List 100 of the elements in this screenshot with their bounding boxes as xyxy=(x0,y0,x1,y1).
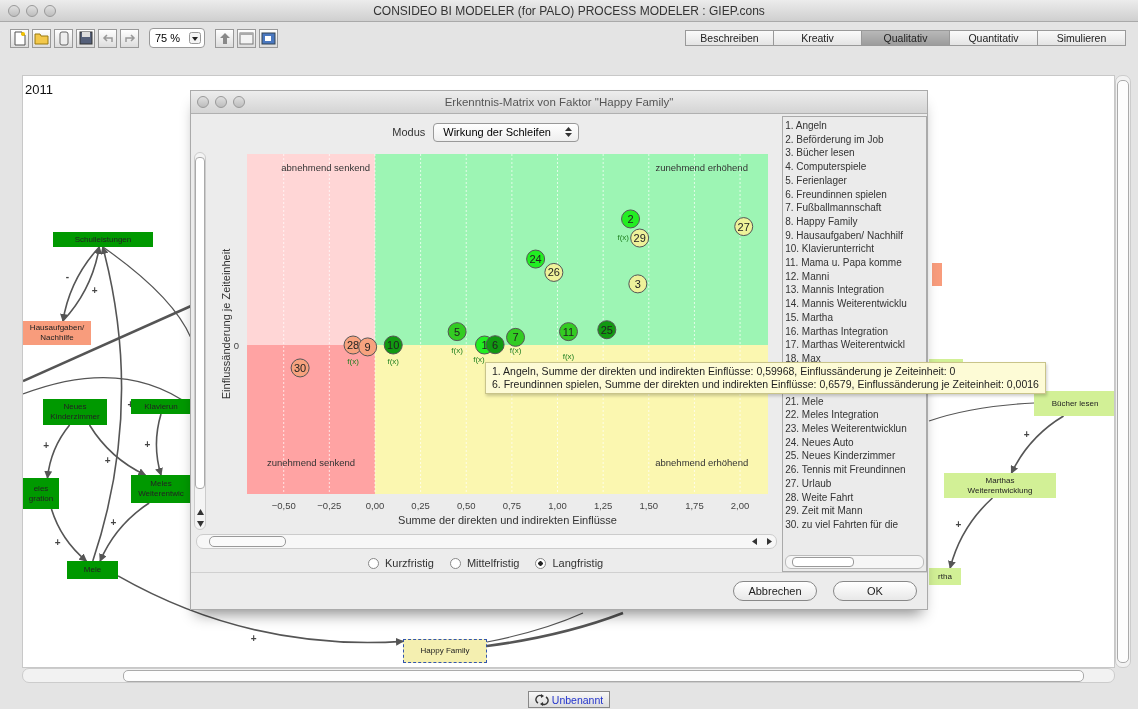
factor-item[interactable]: 15. Martha xyxy=(785,310,926,325)
scroll-arrows-icon[interactable] xyxy=(752,538,773,545)
radio-circle[interactable] xyxy=(449,557,461,569)
diagram-node[interactable] xyxy=(932,263,942,286)
edge-sign: + xyxy=(54,536,61,548)
radio-label: Langfristig xyxy=(552,557,604,569)
factor-item[interactable]: 9. Hausaufgaben/ Nachhilf xyxy=(785,228,926,243)
edge-sign: + xyxy=(43,440,50,452)
factor-item[interactable]: 6. Freundinnen spielen xyxy=(785,187,926,202)
y-tick-label: 0 xyxy=(233,340,239,351)
mode-tab[interactable]: Kreativ xyxy=(773,30,862,46)
document-button[interactable]: Unbenannt xyxy=(527,691,611,708)
data-point[interactable] xyxy=(485,335,505,355)
factor-item[interactable]: 8. Happy Family xyxy=(785,214,926,229)
diagram-node[interactable]: rtha xyxy=(929,568,961,585)
data-point[interactable] xyxy=(447,322,467,342)
factor-item[interactable]: 28. Weite Fahrt xyxy=(785,490,926,505)
dialog-button[interactable]: Abbrechen xyxy=(733,581,817,601)
point-label: 24 xyxy=(529,253,542,266)
diagram-node[interactable]: Mele xyxy=(67,561,118,579)
factor-item[interactable]: 5. Ferienlager xyxy=(785,173,926,188)
factor-item[interactable]: 27. Urlaub xyxy=(785,476,926,491)
edge-sign: + xyxy=(955,519,962,531)
zoom-button[interactable] xyxy=(44,4,56,17)
diagram-node[interactable]: Neues Kinderzimmer xyxy=(43,399,107,425)
data-point[interactable] xyxy=(506,327,526,347)
horizontal-scrollbar[interactable] xyxy=(22,668,1115,683)
factor-item[interactable]: 10. Klavierunterricht xyxy=(785,242,926,257)
factor-item[interactable]: 17. Marthas Weiterentwickl xyxy=(785,338,926,352)
factor-item[interactable]: 21. Mele xyxy=(785,394,926,409)
minimize-button[interactable] xyxy=(215,96,227,108)
minimize-button[interactable] xyxy=(26,4,38,17)
radio-label: Kurzfristig xyxy=(384,557,434,569)
radio-circle[interactable] xyxy=(367,557,379,569)
zoom-button[interactable] xyxy=(233,96,245,108)
factor-item[interactable]: 4. Computerspiele xyxy=(785,160,926,174)
diagram-node[interactable]: Schulleistungen xyxy=(53,232,153,247)
zoom-select[interactable]: 75 % xyxy=(149,28,205,48)
mode-tab[interactable]: Simulieren xyxy=(1037,30,1126,46)
factor-item[interactable]: 29. Zeit mit Mann xyxy=(785,504,926,518)
factor-item[interactable]: 3. Bücher lesen xyxy=(785,146,926,161)
up-button[interactable] xyxy=(215,28,234,48)
factor-item[interactable]: 24. Neues Auto xyxy=(785,435,926,450)
point-label: 7 xyxy=(512,331,519,344)
dialog-button[interactable]: OK xyxy=(833,581,917,601)
horizon-radio[interactable]: Mittelfristig xyxy=(449,557,520,569)
factor-item[interactable]: 12. Manni xyxy=(785,269,926,284)
diagram-node[interactable]: Marthas Weiterentwicklung xyxy=(944,473,1056,498)
factor-item[interactable]: 1. Angeln xyxy=(785,119,926,133)
redo-button[interactable] xyxy=(120,28,139,48)
data-point[interactable] xyxy=(628,274,648,294)
factor-item[interactable]: 30. zu viel Fahrten für die xyxy=(785,518,926,532)
data-point[interactable] xyxy=(358,337,378,357)
down-arrow-icon xyxy=(196,521,204,527)
factor-item[interactable]: 26. Tennis mit Freundinnen xyxy=(785,463,926,477)
factor-item[interactable]: 23. Meles Weiterentwicklun xyxy=(785,422,926,436)
save-icon xyxy=(78,31,93,45)
x-tick-label: 2,00 xyxy=(730,500,750,511)
mode-tab[interactable]: Quantitativ xyxy=(949,30,1038,46)
open-button[interactable] xyxy=(32,28,51,48)
x-tick-label: 1,50 xyxy=(639,500,659,511)
factor-item[interactable]: 13. Mannis Integration xyxy=(785,283,926,298)
close-button[interactable] xyxy=(197,96,209,108)
save-button[interactable] xyxy=(76,28,95,48)
diagram-node[interactable]: Happy Family xyxy=(403,639,487,663)
diagram-node[interactable]: Bücher lesen xyxy=(1034,391,1114,416)
point-label: 9 xyxy=(364,340,371,353)
mode-select[interactable]: Wirkung der Schleifen xyxy=(433,122,579,142)
window-icon xyxy=(239,31,254,45)
factor-item[interactable]: 16. Marthas Integration xyxy=(785,324,926,339)
factor-item[interactable]: 7. Fußballmannschaft xyxy=(785,201,926,215)
horizon-radio[interactable]: Langfristig xyxy=(535,557,604,569)
formula-label: f(x) xyxy=(617,233,629,243)
diagram-node[interactable]: Hausaufgaben/ Nachhilfe xyxy=(23,321,91,345)
quadrant-label: abnehmend erhöhend xyxy=(655,456,749,468)
x-tick-label: −0,25 xyxy=(317,500,342,511)
mode-tab[interactable]: Qualitativ xyxy=(861,30,950,46)
x-tick-label: 1,25 xyxy=(593,500,613,511)
horizon-radio[interactable]: Kurzfristig xyxy=(367,557,434,569)
factor-item[interactable]: 25. Neues Kinderzimmer xyxy=(785,449,926,464)
image-button[interactable] xyxy=(259,28,278,48)
window-button[interactable] xyxy=(237,28,256,48)
vertical-scrollbar[interactable] xyxy=(1115,75,1131,668)
mode-tab[interactable]: Beschreiben xyxy=(685,30,774,46)
diagram-node[interactable]: eles gration xyxy=(23,478,59,509)
new-button[interactable] xyxy=(10,28,29,48)
factor-item[interactable]: 2. Beförderung im Job xyxy=(785,132,926,147)
close-button[interactable] xyxy=(8,4,20,17)
diagram-node[interactable]: Meles Weiterentwic xyxy=(131,475,191,503)
factor-item[interactable]: 11. Mama u. Papa komme xyxy=(785,256,926,270)
diagram-node[interactable]: Klavierun xyxy=(131,399,191,414)
quadrant-label: abnehmend senkend xyxy=(281,162,371,174)
horizontal-scrollbar[interactable] xyxy=(785,555,924,569)
horizontal-scrollbar[interactable] xyxy=(196,534,778,549)
vertical-scrollbar[interactable] xyxy=(194,152,206,530)
factor-item[interactable]: 14. Mannis Weiterentwicklu xyxy=(785,297,926,311)
factor-item[interactable]: 22. Meles Integration xyxy=(785,408,926,423)
data-point[interactable] xyxy=(621,209,641,229)
radio-circle[interactable] xyxy=(535,557,547,569)
factor-item[interactable]: 18. Max xyxy=(785,351,926,366)
